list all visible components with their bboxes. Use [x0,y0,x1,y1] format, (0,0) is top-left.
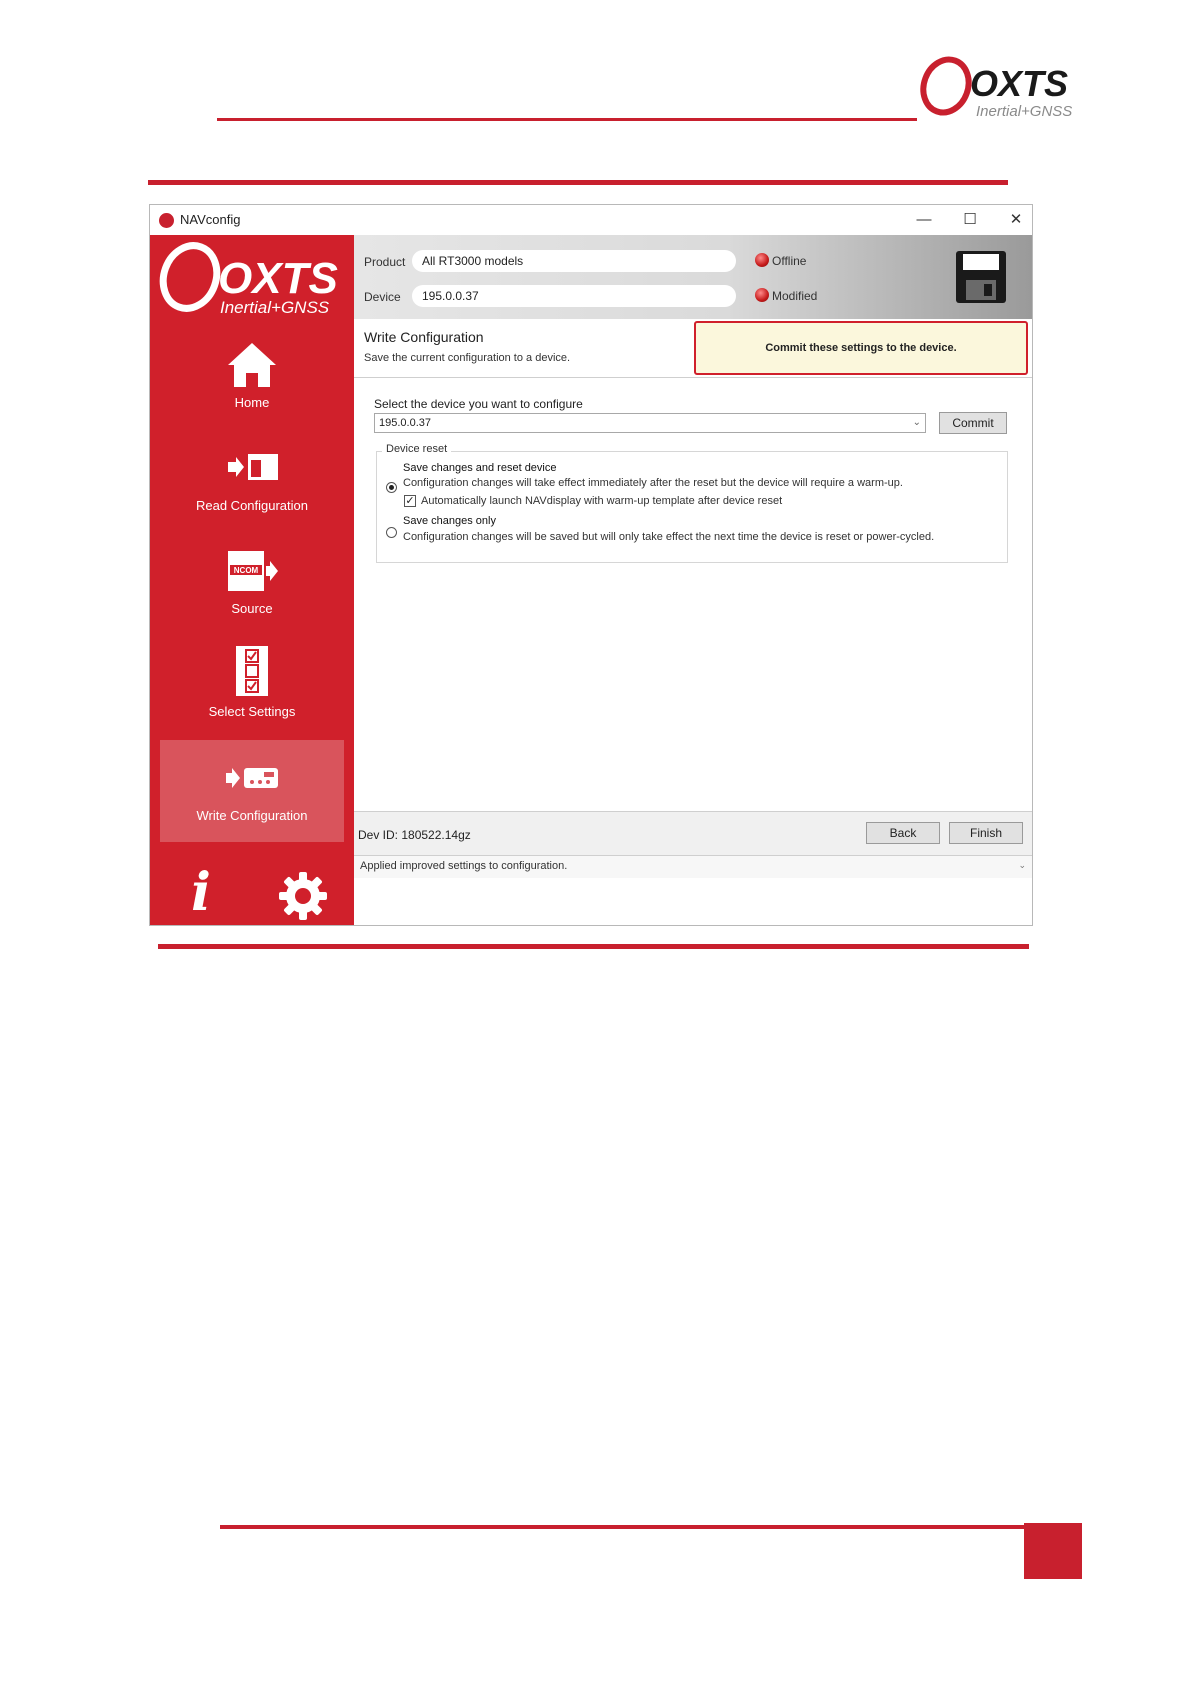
maximize-button[interactable]: ☐ [956,208,984,232]
title-bar: NAVconfig — ☐ ✕ [150,205,1032,235]
nav-label-source: Source [231,601,273,616]
device-select-value: 195.0.0.37 [379,417,431,429]
modified-status-label: Modified [772,289,818,303]
device-select-label: Select the device you want to configure [374,397,583,411]
svg-text:NCOM: NCOM [234,566,259,575]
app-icon [159,213,174,228]
chevron-down-icon: ⌄ [912,417,921,428]
footer-rule [220,1525,1025,1529]
device-strip: Product All RT3000 models Device 195.0.0… [354,235,1032,319]
nav-item-select-settings[interactable]: Select Settings [160,636,344,738]
commit-tip-callout: Commit these settings to the device. [694,321,1028,375]
svg-text:OXTS: OXTS [970,63,1068,104]
page-subtitle: Save the current configuration to a devi… [364,352,571,364]
save-and-reset-title: Save changes and reset device [403,462,557,474]
write-configuration-icon [160,752,344,804]
modified-status-led [755,288,769,302]
status-expand-icon[interactable]: ⌄ [1018,860,1026,871]
commit-button[interactable]: Commit [939,412,1007,434]
oxts-logo: OXTS Inertial+GNSS [918,54,1078,122]
device-field[interactable]: 195.0.0.37 [412,285,736,307]
nav-label-select-settings: Select Settings [208,704,296,719]
header-rule [217,118,917,121]
offline-status-led [755,253,769,267]
product-label: Product [364,255,406,269]
navconfig-window: NAVconfig — ☐ ✕ OXTS Inertial+GNSS Home [149,204,1033,926]
dev-id: Dev ID: 180522.14gz [358,828,471,842]
info-icon[interactable]: i [184,865,218,921]
back-button[interactable]: Back [866,822,940,844]
nav-label-write-configuration: Write Configuration [196,808,308,823]
save-and-reset-desc: Configuration changes will take effect i… [403,477,903,489]
gear-icon[interactable] [278,871,328,921]
save-only-radio[interactable] [386,527,397,538]
bottom-bar: Dev ID: 180522.14gz Back Finish [354,811,1032,856]
save-only-desc: Configuration changes will be saved but … [403,531,935,543]
minimize-button[interactable]: — [910,208,938,232]
auto-launch-label: Automatically launch NAVdisplay with war… [421,495,783,507]
product-field[interactable]: All RT3000 models [412,250,736,272]
finish-button[interactable]: Finish [949,822,1023,844]
close-button[interactable]: ✕ [1002,208,1030,232]
select-settings-icon [160,642,344,696]
main-panel: Write Configuration Save the current con… [354,319,1032,925]
nav-label-read-configuration: Read Configuration [195,498,309,513]
save-and-reset-radio[interactable] [386,482,397,493]
svg-text:Inertial+GNSS: Inertial+GNSS [220,298,330,317]
figure-bottom-rule [158,944,1029,949]
device-reset-legend: Device reset [382,443,452,455]
nav-item-read-configuration[interactable]: Read Configuration [160,430,344,532]
save-icon[interactable] [954,249,1008,305]
nav-item-home[interactable]: Home [160,327,344,429]
svg-text:Inertial+GNSS: Inertial+GNSS [976,103,1072,120]
nav-item-source[interactable]: NCOM Source [160,533,344,635]
nav-item-write-configuration[interactable]: Write Configuration [160,740,344,842]
figure-top-rule [148,180,1008,185]
window-title: NAVconfig [180,212,241,227]
svg-text:OXTS: OXTS [218,254,338,303]
read-configuration-icon [160,442,344,494]
home-icon [160,339,344,391]
nav-label-home: Home [234,395,270,410]
page-number-box [1024,1523,1082,1579]
status-message: Applied improved settings to configurati… [360,860,568,872]
device-select[interactable]: 195.0.0.37 ⌄ [374,413,926,433]
status-bar: Applied improved settings to configurati… [354,855,1032,878]
ncom-source-icon: NCOM [160,545,344,597]
offline-status-label: Offline [772,254,807,268]
auto-launch-checkbox[interactable]: ✓ [404,495,416,507]
sidebar-logo: OXTS Inertial+GNSS [156,241,350,317]
save-only-title: Save changes only [403,515,496,527]
device-label: Device [364,290,401,304]
sidebar: OXTS Inertial+GNSS Home Read Configurati… [150,235,354,925]
page-title: Write Configuration [364,329,484,345]
header-separator [354,377,1032,378]
